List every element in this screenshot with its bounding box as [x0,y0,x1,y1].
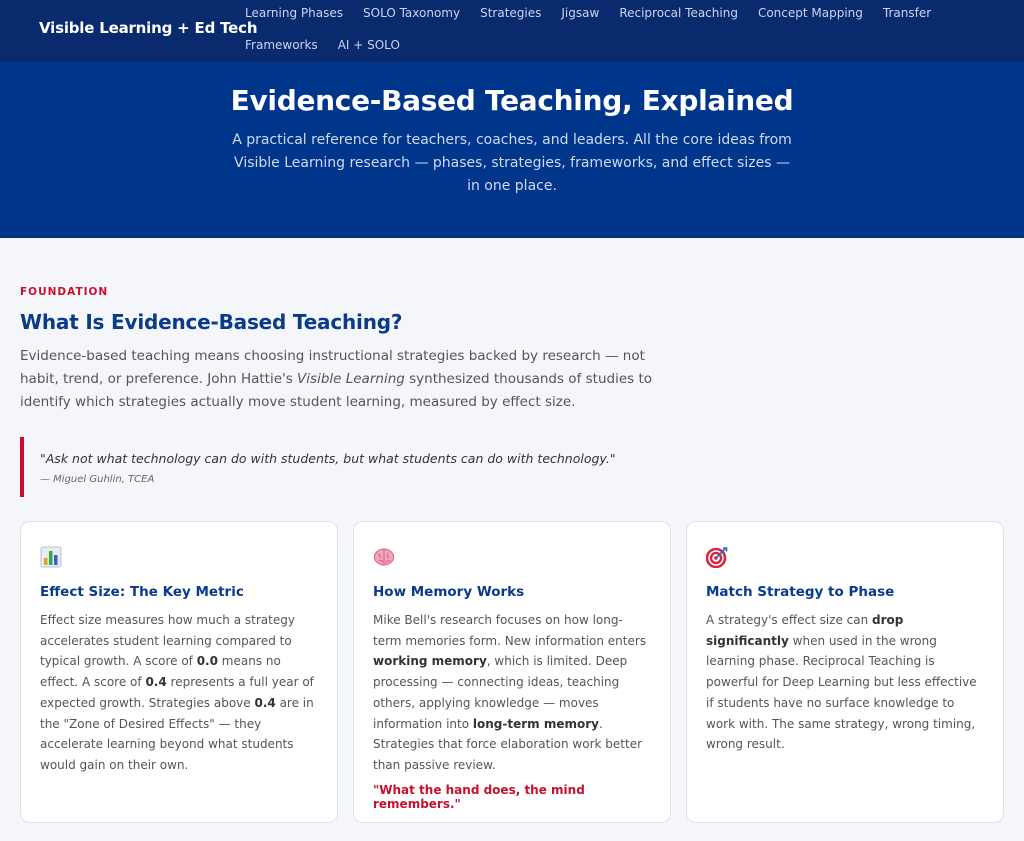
nav-link-jigsaw[interactable]: Jigsaw [551,0,609,32]
card-memory: How Memory Works Mike Bell's research fo… [353,521,671,823]
quote-citation: — Miguel Guhlin, TCEA [40,474,155,485]
nav-link-solo-taxonomy[interactable]: SOLO Taxonomy [353,0,470,32]
card-text: when used in the wrong learning phase. R… [706,633,977,752]
card-body: Mike Bell's research focuses on how long… [373,610,651,776]
nav-link-ai-solo[interactable]: AI + SOLO [328,32,410,64]
card-emphasis: long-term memory [472,716,599,731]
section-eyebrow: FOUNDATION [20,286,109,298]
quote-text: "Ask not what technology can do with stu… [40,451,616,466]
card-body: A strategy's effect size can drop signif… [706,610,984,755]
nav-link-reciprocal-teaching[interactable]: Reciprocal Teaching [609,0,748,32]
brain-icon [373,546,395,568]
bar-chart-icon [40,546,62,568]
section-title: What Is Evidence-Based Teaching? [20,310,403,334]
nav-link-learning-phases[interactable]: Learning Phases [235,0,353,32]
card-emphasis: working memory [373,654,487,669]
card-text: A strategy's effect size can [706,613,873,627]
nav-link-transfer[interactable]: Transfer [873,0,941,32]
main-nav: Learning Phases SOLO Taxonomy Strategies… [235,0,1020,64]
section-intro: Evidence-based teaching means choosing i… [20,345,670,414]
hero-title: Evidence-Based Teaching, Explained [230,84,794,117]
hero-subtitle: A practical reference for teachers, coac… [232,132,792,194]
nav-link-strategies[interactable]: Strategies [470,0,551,32]
card-body: Effect size measures how much a strategy… [40,610,318,776]
intro-book-title: Visible Learning [297,371,405,387]
hero-banner: Evidence-Based Teaching, Explained A pra… [0,62,1024,238]
card-emphasis: 0.4 [254,695,276,710]
card-title: How Memory Works [373,584,525,600]
top-navbar: Visible Learning + Ed Tech Learning Phas… [0,0,1024,62]
brand-logo-text[interactable]: Visible Learning + Ed Tech [39,19,258,37]
nav-link-frameworks[interactable]: Frameworks [235,32,328,64]
card-title: Effect Size: The Key Metric [40,584,244,600]
card-emphasis: 0.0 [196,654,218,669]
card-match-strategy: Match Strategy to Phase A strategy's eff… [686,521,1004,823]
nav-link-concept-mapping[interactable]: Concept Mapping [748,0,873,32]
foundation-section: FOUNDATION What Is Evidence-Based Teachi… [0,238,1024,823]
pull-quote: "Ask not what technology can do with stu… [20,437,660,497]
card-quote: "What the hand does, the mind remembers.… [373,782,585,811]
info-cards: Effect Size: The Key Metric Effect size … [20,521,1004,823]
card-text: Mike Bell's research focuses on how long… [373,613,647,648]
target-icon [705,546,728,569]
card-title: Match Strategy to Phase [706,584,895,600]
card-effect-size: Effect Size: The Key Metric Effect size … [20,521,338,823]
card-emphasis: 0.4 [145,675,167,690]
